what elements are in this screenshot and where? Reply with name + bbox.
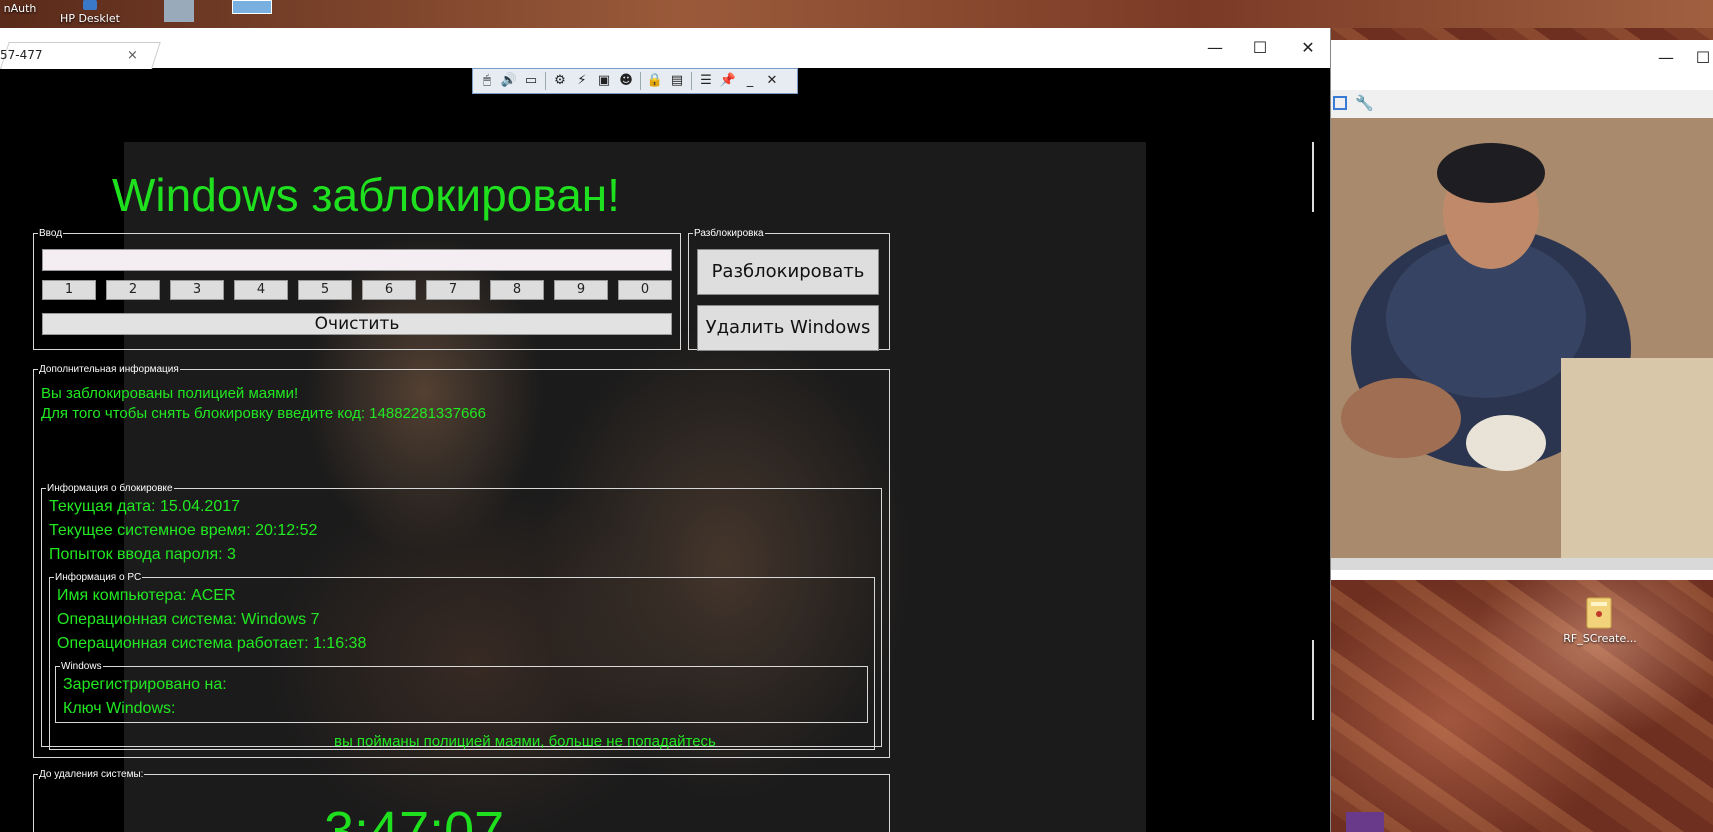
- list-icon[interactable]: ☰: [696, 71, 716, 91]
- lightning-icon[interactable]: ⚡: [572, 71, 592, 91]
- computer-name: Имя компьютера: ACER: [57, 587, 236, 604]
- chat-icon[interactable]: ▤: [667, 71, 687, 91]
- cam-maximize-button[interactable]: ☐: [1683, 44, 1713, 72]
- attempts-count: Попыток ввода пароля: 3: [49, 546, 236, 563]
- pc-info-group: Информация о PC Имя компьютера: ACER Опе…: [49, 572, 875, 750]
- pin-icon[interactable]: 📌: [718, 71, 738, 91]
- lock-icon[interactable]: 🔒: [645, 71, 665, 91]
- maximize-button[interactable]: ☐: [1240, 34, 1280, 62]
- remote-viewer-window: 57-477 × — ☐ ✕ 🖱 🔊 ▭ ⚙ ⚡ ▣ ☻ 🔒 ▤ ☰ 📌 _ ✕…: [0, 28, 1331, 832]
- toolbar-separator: [640, 72, 641, 90]
- minimize-icon[interactable]: _: [740, 71, 760, 91]
- block-info-group: Информация о блокировке Текущая дата: 15…: [41, 483, 882, 750]
- scrollbar-bottom[interactable]: [1312, 640, 1314, 720]
- screen-icon[interactable]: [1333, 96, 1347, 110]
- speaker-icon[interactable]: 🔊: [499, 71, 519, 91]
- additional-info-legend: Дополнительная информация: [39, 364, 179, 375]
- desktop-icon-nauth[interactable]: nAuth: [0, 2, 40, 15]
- camera-icon[interactable]: ▭: [521, 71, 541, 91]
- current-time: Текущее системное время: 20:12:52: [49, 522, 318, 539]
- toolbar-separator: [545, 72, 546, 90]
- digit-button-5[interactable]: 5: [298, 280, 352, 300]
- pc-info-legend: Информация о PC: [55, 572, 142, 583]
- unlock-code-input[interactable]: [42, 249, 672, 271]
- viewer-titlebar: 57-477 × — ☐ ✕: [0, 28, 1330, 69]
- footer-note: вы пойманы полицией маями, больше не поп…: [334, 733, 716, 750]
- digit-button-2[interactable]: 2: [106, 280, 160, 300]
- os-name: Операционная система: Windows 7: [57, 611, 320, 628]
- close-button[interactable]: ✕: [1288, 34, 1328, 62]
- code-instruction: Для того чтобы снять блокировку введите …: [41, 405, 486, 422]
- wrench-icon[interactable]: 🔧: [1355, 94, 1374, 112]
- minimize-button[interactable]: —: [1195, 34, 1235, 62]
- current-date: Текущая дата: 15.04.2017: [49, 498, 241, 515]
- countdown-group: До удаления системы: 3:47:07: [33, 769, 890, 832]
- cam-toolbar: 🔧: [1331, 90, 1713, 118]
- session-tab-title[interactable]: 57-477: [0, 48, 43, 62]
- registered-to: Зарегистрировано на:: [63, 676, 227, 693]
- delete-windows-button[interactable]: Удалить Windows: [697, 305, 879, 351]
- input-group-legend: Ввод: [39, 228, 63, 239]
- locker-title: Windows заблокирован!: [112, 169, 620, 221]
- webcam-window: — ☐ 🔧: [1331, 40, 1713, 580]
- os-uptime: Операционная система работает: 1:16:38: [57, 635, 367, 652]
- countdown-legend: До удаления системы:: [39, 769, 144, 780]
- cam-status-strip: [1331, 558, 1713, 570]
- folder-icon: [1586, 597, 1612, 629]
- desktop-icon-image[interactable]: [164, 0, 194, 22]
- users-icon[interactable]: ☻: [616, 71, 636, 91]
- hp-icon: [83, 0, 97, 10]
- scrollbar-top[interactable]: [1312, 142, 1314, 212]
- remote-screen[interactable]: Windows заблокирован! Ввод 1 2 3 4 5 6 7…: [0, 96, 1318, 832]
- desktop-icon-window[interactable]: [232, 0, 272, 14]
- mouse-icon[interactable]: 🖱: [477, 71, 497, 91]
- unlock-group: Разблокировка Разблокировать Удалить Win…: [688, 228, 890, 351]
- digit-button-4[interactable]: 4: [234, 280, 288, 300]
- block-info-legend: Информация о блокировке: [47, 483, 173, 494]
- digit-button-0[interactable]: 0: [618, 280, 672, 300]
- digit-button-9[interactable]: 9: [554, 280, 608, 300]
- blocked-message: Вы заблокированы полицией маями!: [41, 385, 299, 402]
- desktop-icon-label: HP Desklet: [60, 12, 120, 25]
- countdown-timer: 3:47:07: [324, 801, 505, 832]
- webcam-video-feed: [1331, 118, 1713, 558]
- desktop-icon-label: nAuth: [3, 2, 37, 15]
- desktop-icon-rf-screate[interactable]: RF_SCreate...: [1555, 594, 1645, 645]
- winrar-icon[interactable]: [1346, 812, 1384, 832]
- monitor-icon[interactable]: ▣: [594, 71, 614, 91]
- toolbar-separator: [691, 72, 692, 90]
- close-icon[interactable]: ✕: [762, 71, 782, 91]
- windows-info-group: Windows Зарегистрировано на: Ключ Window…: [55, 661, 868, 723]
- input-group: Ввод 1 2 3 4 5 6 7 8 9 0 Очистить: [33, 228, 681, 350]
- unlock-button[interactable]: Разблокировать: [697, 249, 879, 295]
- webcam-person-image: [1331, 118, 1713, 558]
- clear-button[interactable]: Очистить: [42, 313, 672, 335]
- digit-button-8[interactable]: 8: [490, 280, 544, 300]
- digit-button-6[interactable]: 6: [362, 280, 416, 300]
- remote-control-toolbar: 🖱 🔊 ▭ ⚙ ⚡ ▣ ☻ 🔒 ▤ ☰ 📌 _ ✕: [472, 68, 798, 94]
- desktop-icon-hp-desklet[interactable]: HP Desklet: [58, 0, 122, 25]
- tab-close-icon[interactable]: ×: [127, 48, 138, 63]
- digit-button-1[interactable]: 1: [42, 280, 96, 300]
- windows-info-legend: Windows: [61, 661, 102, 672]
- additional-info-group: Дополнительная информация Вы заблокирова…: [33, 364, 890, 758]
- cam-minimize-button[interactable]: —: [1646, 44, 1686, 72]
- digit-button-3[interactable]: 3: [170, 280, 224, 300]
- unlock-group-legend: Разблокировка: [694, 228, 764, 239]
- gear-icon[interactable]: ⚙: [550, 71, 570, 91]
- digit-button-7[interactable]: 7: [426, 280, 480, 300]
- windows-key: Ключ Windows:: [63, 700, 176, 717]
- desktop-icon-label: RF_SCreate...: [1563, 632, 1637, 645]
